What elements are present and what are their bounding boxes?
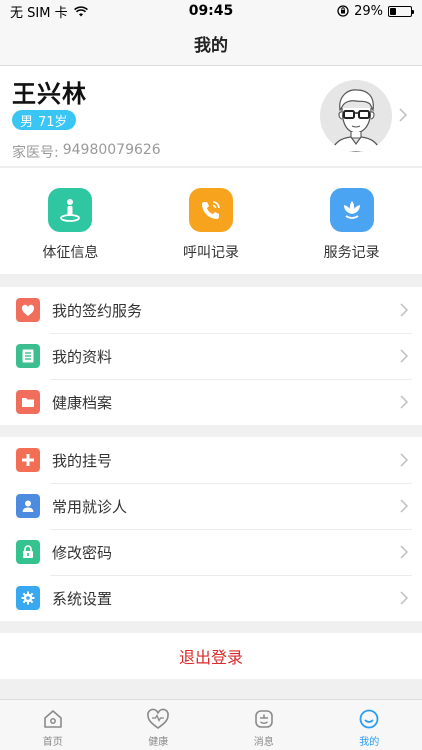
menu-group-account: 我的挂号 常用就诊人 修改密码 系统设置	[0, 437, 422, 621]
document-icon	[16, 344, 40, 368]
gender-text: 男	[20, 114, 34, 130]
carrier-text: 无 SIM 卡	[10, 5, 68, 21]
menu-item-my-registrations[interactable]: 我的挂号	[0, 437, 422, 483]
tab-bar: 首页 健康 消息 我的	[0, 699, 422, 750]
quick-action-call-log[interactable]: 呼叫记录	[141, 168, 282, 274]
heart-icon	[16, 298, 40, 322]
page-title: 我的	[194, 36, 228, 56]
menu-item-label: 常用就诊人	[52, 497, 128, 516]
menu-item-label: 我的签约服务	[52, 301, 143, 320]
doctor-number-label: 家医号:	[12, 145, 59, 161]
menu-item-change-password[interactable]: 修改密码	[0, 529, 422, 575]
menu-item-label: 我的挂号	[52, 451, 113, 470]
chevron-right-icon	[400, 591, 408, 605]
menu-item-label: 修改密码	[52, 543, 113, 562]
chevron-right-icon	[400, 499, 408, 513]
logout-button[interactable]: 退出登录	[0, 633, 422, 679]
chevron-right-icon	[400, 395, 408, 409]
message-icon	[254, 710, 273, 728]
user-name: 王兴林	[12, 80, 87, 108]
tab-label: 消息	[253, 737, 274, 748]
heart-outline-icon	[147, 708, 170, 729]
avatar[interactable]	[320, 80, 392, 152]
folder-icon	[16, 390, 40, 414]
quick-action-vitals[interactable]: 体征信息	[0, 168, 141, 274]
profile-card[interactable]: 王兴林 男 71岁 家医号: 94980079626	[0, 66, 422, 166]
menu-item-my-profile[interactable]: 我的资料	[0, 333, 422, 379]
orientation-lock-icon	[337, 5, 349, 17]
phone-ring-icon	[189, 188, 233, 232]
gear-icon	[16, 586, 40, 610]
quick-actions: 体征信息 呼叫记录 服务记录	[0, 167, 422, 274]
lock-icon	[16, 540, 40, 564]
menu-item-frequent-patients[interactable]: 常用就诊人	[0, 483, 422, 529]
person-pin-icon	[48, 188, 93, 232]
menu-item-label: 健康档案	[52, 393, 113, 412]
quick-action-label: 体征信息	[42, 245, 99, 261]
tab-label: 健康	[148, 737, 169, 748]
battery-icon	[388, 5, 414, 17]
chevron-right-icon	[400, 545, 408, 559]
tab-label: 我的	[359, 737, 380, 748]
age-text: 71岁	[38, 114, 68, 130]
chevron-right-icon	[400, 303, 408, 317]
tab-messages[interactable]: 消息	[211, 700, 317, 750]
chevron-right-icon	[400, 453, 408, 467]
navigation-bar: 我的	[0, 22, 422, 66]
menu-item-label: 我的资料	[52, 347, 113, 366]
plus-icon	[16, 448, 40, 472]
quick-action-service-log[interactable]: 服务记录	[281, 168, 422, 274]
tab-home[interactable]: 首页	[0, 700, 106, 750]
doctor-number-value: 94980079626	[62, 142, 161, 158]
battery-percent: 29%	[354, 3, 383, 19]
gender-age-badge: 男 71岁	[12, 110, 76, 130]
quick-action-label: 呼叫记录	[183, 245, 239, 261]
lotus-icon	[329, 188, 374, 232]
user-icon	[16, 494, 40, 518]
menu-item-system-settings[interactable]: 系统设置	[0, 575, 422, 621]
profile-chevron-icon	[399, 108, 407, 122]
smile-icon	[359, 709, 379, 729]
doctor-number-line: 家医号: 94980079626	[12, 142, 161, 162]
tab-health[interactable]: 健康	[106, 700, 212, 750]
tab-me[interactable]: 我的	[317, 700, 422, 750]
chevron-right-icon	[400, 349, 408, 363]
menu-item-signed-services[interactable]: 我的签约服务	[0, 287, 422, 333]
menu-item-label: 系统设置	[52, 589, 113, 608]
menu-group-services: 我的签约服务 我的资料 健康档案	[0, 287, 422, 425]
logout-label: 退出登录	[178, 648, 243, 667]
home-icon	[43, 710, 62, 728]
status-bar: 无 SIM 卡 09:45 29%	[0, 0, 422, 22]
menu-item-health-records[interactable]: 健康档案	[0, 379, 422, 425]
quick-action-label: 服务记录	[323, 245, 380, 261]
tab-label: 首页	[42, 737, 63, 748]
wifi-icon	[73, 5, 88, 16]
